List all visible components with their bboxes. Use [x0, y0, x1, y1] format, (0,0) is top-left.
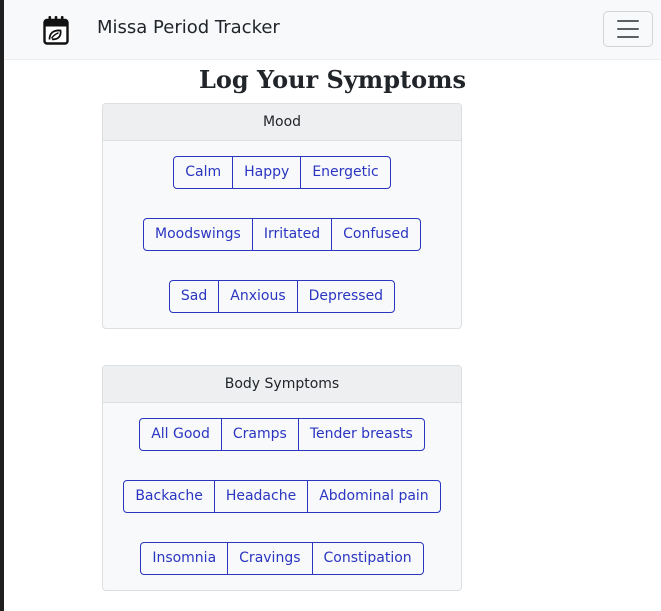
- mood-confused-button[interactable]: Confused: [331, 218, 421, 251]
- mood-energetic-button[interactable]: Energetic: [300, 156, 391, 189]
- page-title: Log Your Symptoms: [199, 65, 466, 94]
- navbar-toggle-button[interactable]: [603, 11, 653, 47]
- body-tender-breasts-button[interactable]: Tender breasts: [297, 418, 425, 451]
- mood-moodswings-button[interactable]: Moodswings: [143, 218, 253, 251]
- mood-calm-button[interactable]: Calm: [173, 156, 234, 189]
- hamburger-menu-icon-bar: [617, 28, 639, 30]
- mood-irritated-button[interactable]: Irritated: [251, 218, 333, 251]
- body-symptoms-card: Body Symptoms All Good Cramps Tender bre…: [102, 365, 462, 591]
- body-constipation-button[interactable]: Constipation: [311, 542, 424, 575]
- mood-button-group-2: Moodswings Irritated Confused: [103, 218, 461, 251]
- mood-card: Mood Calm Happy Energetic Moodswings Irr…: [102, 103, 462, 329]
- body-cramps-button[interactable]: Cramps: [220, 418, 299, 451]
- brand-title[interactable]: Missa Period Tracker: [97, 15, 280, 41]
- body-backache-button[interactable]: Backache: [123, 480, 215, 513]
- mood-anxious-button[interactable]: Anxious: [218, 280, 298, 313]
- mood-happy-button[interactable]: Happy: [232, 156, 302, 189]
- hamburger-menu-icon: [617, 20, 639, 22]
- body-button-group-2: Backache Headache Abdominal pain: [103, 480, 461, 513]
- body-button-group-1: All Good Cramps Tender breasts: [103, 418, 461, 451]
- body-button-group-3: Insomnia Cravings Constipation: [103, 542, 461, 575]
- body-symptoms-card-header: Body Symptoms: [103, 366, 461, 403]
- mood-depressed-button[interactable]: Depressed: [296, 280, 396, 313]
- body-all-good-button[interactable]: All Good: [139, 418, 222, 451]
- body-abdominal-pain-button[interactable]: Abdominal pain: [307, 480, 441, 513]
- body-insomnia-button[interactable]: Insomnia: [140, 542, 229, 575]
- mood-sad-button[interactable]: Sad: [168, 280, 220, 313]
- navbar: Missa Period Tracker: [4, 0, 661, 60]
- body-headache-button[interactable]: Headache: [213, 480, 309, 513]
- hamburger-menu-icon-bar: [617, 36, 639, 38]
- mood-button-group-1: Calm Happy Energetic: [103, 156, 461, 189]
- mood-button-group-3: Sad Anxious Depressed: [103, 280, 461, 313]
- body-cravings-button[interactable]: Cravings: [227, 542, 313, 575]
- mood-card-header: Mood: [103, 104, 461, 141]
- calendar-icon[interactable]: [43, 15, 69, 45]
